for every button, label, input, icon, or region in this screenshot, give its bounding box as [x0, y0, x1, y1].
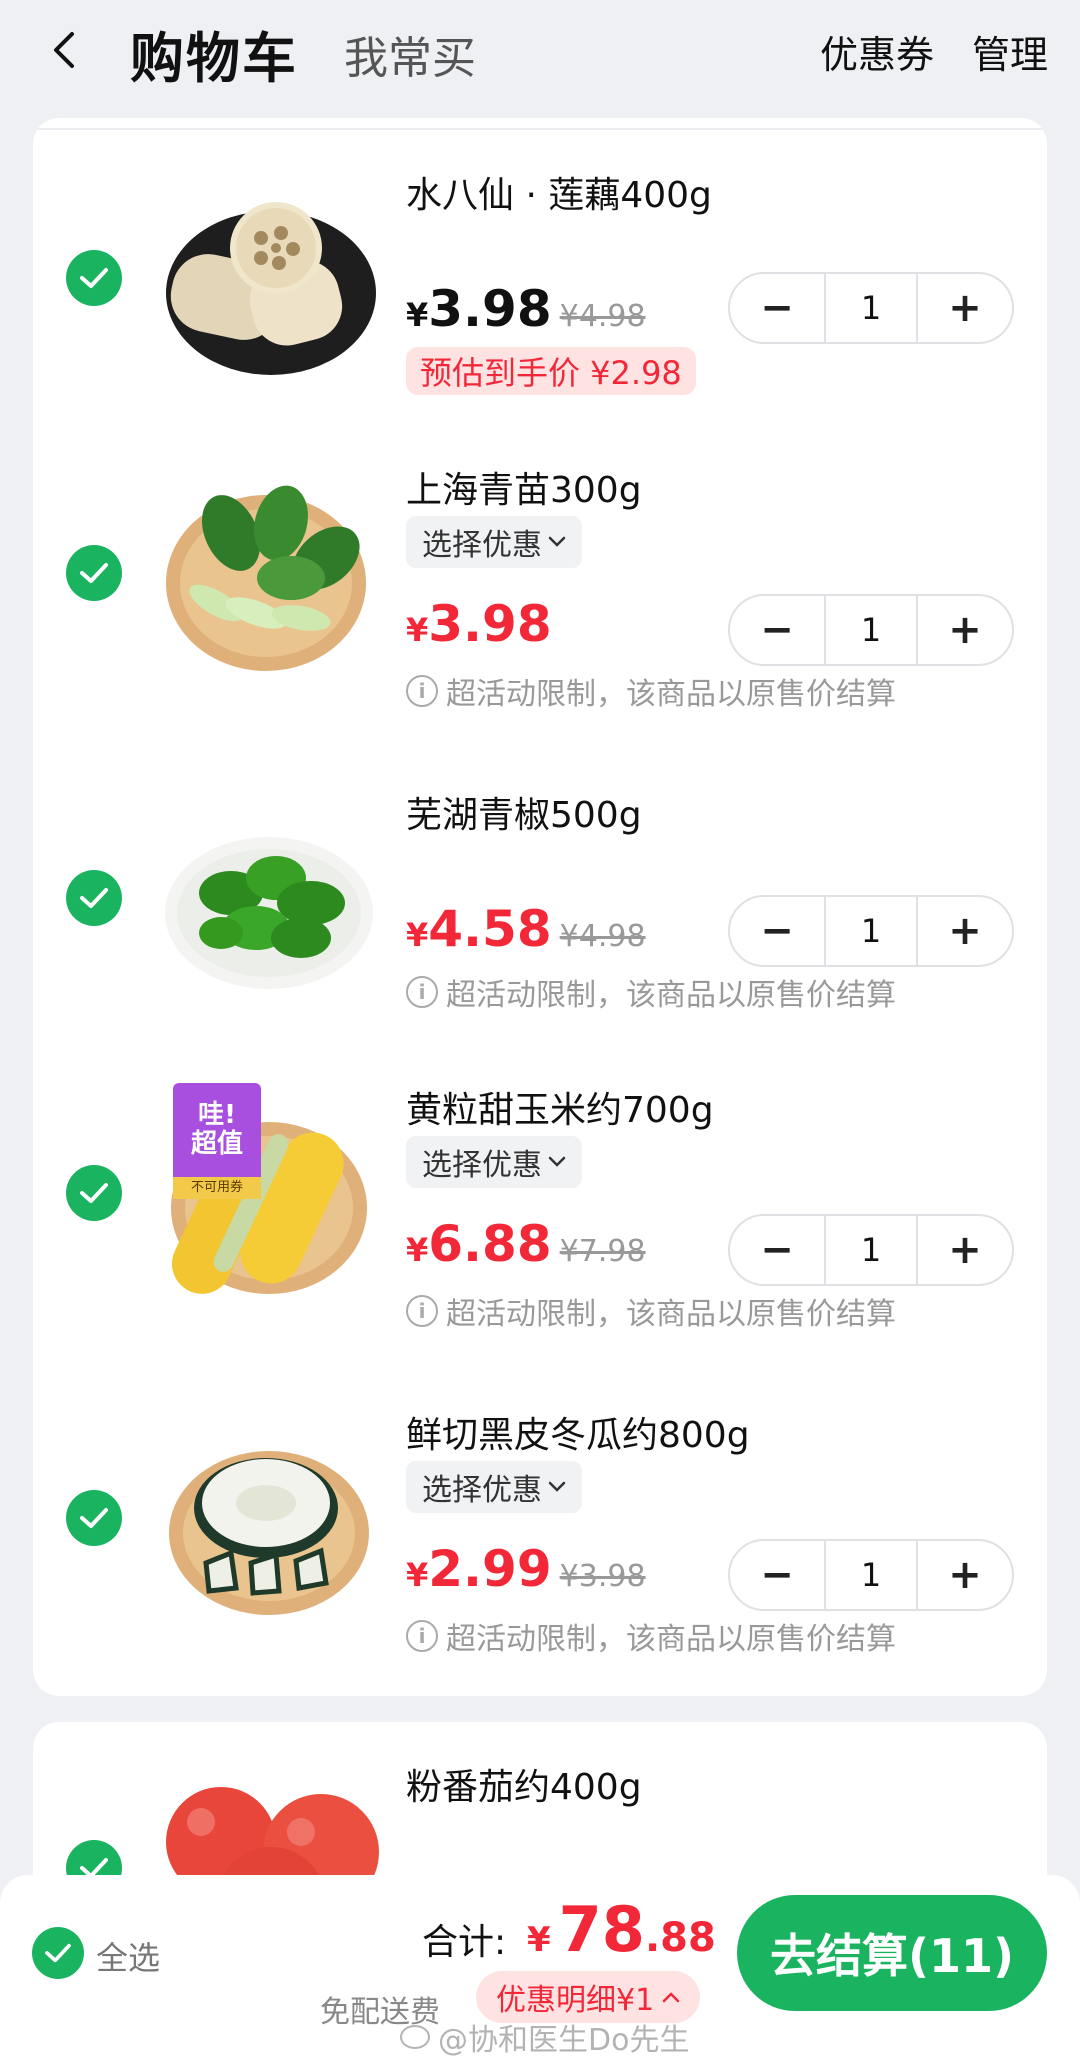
cart-item: 鲜切黑皮冬瓜约800g 选择优惠 ¥ 2.99 ¥3.98 i 超活动限制，该商…	[33, 1358, 1047, 1658]
limit-notice: i 超活动限制，该商品以原售价结算	[406, 669, 896, 713]
chevron-down-icon	[548, 1481, 566, 1492]
select-promo-dropdown[interactable]: 选择优惠	[406, 1461, 582, 1513]
quantity-value[interactable]: 1	[824, 1216, 918, 1284]
checkout-button[interactable]: 去结算(11)	[737, 1895, 1047, 2011]
plus-button[interactable]: +	[918, 1216, 1012, 1284]
checkout-bar: 全选 合计: ¥ 78 .88 免配送费 优惠明细¥1 去结算(11) @协和医…	[0, 1875, 1080, 2057]
chevron-up-icon	[662, 1992, 680, 2003]
cart-item: 水八仙 · 莲藕400g ¥ 3.98 ¥4.98 预估到手价 ¥2.98 − …	[33, 118, 1047, 418]
cart-item: 芜湖青椒500g ¥ 4.58 ¥4.98 i 超活动限制，该商品以原售价结算 …	[33, 738, 1047, 1038]
product-price: ¥ 3.98	[406, 595, 552, 653]
total-label: 合计:	[422, 1922, 507, 1963]
back-arrow-icon[interactable]	[44, 28, 84, 72]
quantity-value[interactable]: 1	[824, 897, 918, 965]
product-name[interactable]: 水八仙 · 莲藕400g	[406, 166, 712, 218]
select-all-label[interactable]: 全选	[96, 1933, 160, 1979]
no-coupon-tag: 不可用券	[173, 1177, 261, 1199]
product-price: ¥ 2.99 ¥3.98	[406, 1540, 646, 1598]
info-icon: i	[406, 976, 438, 1008]
product-image-winter-melon[interactable]	[161, 1423, 381, 1623]
minus-button[interactable]: −	[730, 596, 824, 664]
plus-button[interactable]: +	[918, 1541, 1012, 1609]
item-checkbox[interactable]	[66, 250, 122, 306]
weibo-icon	[400, 2025, 430, 2049]
original-price: ¥4.98	[559, 299, 646, 334]
original-price: ¥7.98	[559, 1234, 646, 1269]
product-image-bok-choy[interactable]	[161, 473, 381, 673]
plus-button[interactable]: +	[918, 596, 1012, 664]
product-name[interactable]: 上海青苗300g	[406, 461, 642, 513]
manage-link[interactable]: 管理	[972, 24, 1048, 79]
quantity-stepper: − 1 +	[728, 1214, 1014, 1286]
chevron-down-icon	[548, 1156, 566, 1167]
estimated-price-badge: 预估到手价 ¥2.98	[406, 347, 696, 395]
item-checkbox[interactable]	[66, 545, 122, 601]
plus-button[interactable]: +	[918, 897, 1012, 965]
value-badge: 哇! 超值	[173, 1083, 261, 1177]
quantity-value[interactable]: 1	[824, 1541, 918, 1609]
limit-notice: i 超活动限制，该商品以原售价结算	[406, 1614, 896, 1658]
minus-button[interactable]: −	[730, 1216, 824, 1284]
quantity-stepper: − 1 +	[728, 594, 1014, 666]
limit-notice: i 超活动限制，该商品以原售价结算	[406, 1289, 896, 1333]
minus-button[interactable]: −	[730, 1541, 824, 1609]
select-promo-dropdown[interactable]: 选择优惠	[406, 1136, 582, 1188]
cart-item: 上海青苗300g 选择优惠 ¥ 3.98 i 超活动限制，该商品以原售价结算 −…	[33, 413, 1047, 713]
product-image-green-pepper[interactable]	[161, 803, 381, 1003]
quantity-value[interactable]: 1	[824, 596, 918, 664]
watermark: @协和医生Do先生	[400, 2015, 689, 2057]
chevron-down-icon	[548, 536, 566, 547]
limit-notice: i 超活动限制，该商品以原售价结算	[406, 970, 896, 1014]
info-icon: i	[406, 675, 438, 707]
cart-item: 哇! 超值 不可用券 黄粒甜玉米约700g 选择优惠 ¥ 6.88 ¥7.98 …	[33, 1033, 1047, 1333]
minus-button[interactable]: −	[730, 274, 824, 342]
quantity-stepper: − 1 +	[728, 272, 1014, 344]
product-name[interactable]: 粉番茄约400g	[406, 1758, 642, 1810]
product-name[interactable]: 黄粒甜玉米约700g	[406, 1081, 714, 1133]
quantity-stepper: − 1 +	[728, 1539, 1014, 1611]
select-all-checkbox[interactable]	[32, 1927, 84, 1979]
select-promo-dropdown[interactable]: 选择优惠	[406, 516, 582, 568]
original-price: ¥3.98	[559, 1559, 646, 1594]
product-image-lotus-root[interactable]	[161, 183, 381, 383]
product-name[interactable]: 鲜切黑皮冬瓜约800g	[406, 1406, 750, 1458]
plus-button[interactable]: +	[918, 274, 1012, 342]
product-price: ¥ 4.58 ¥4.98	[406, 900, 646, 958]
product-name[interactable]: 芜湖青椒500g	[406, 786, 642, 838]
tab-frequent-buys[interactable]: 我常买	[344, 22, 476, 86]
minus-button[interactable]: −	[730, 897, 824, 965]
product-price: ¥ 3.98 ¥4.98	[406, 280, 646, 338]
coupon-link[interactable]: 优惠券	[820, 24, 934, 79]
quantity-value[interactable]: 1	[824, 274, 918, 342]
product-price: ¥ 6.88 ¥7.98	[406, 1215, 646, 1273]
item-checkbox[interactable]	[66, 870, 122, 926]
page-title[interactable]: 购物车	[130, 14, 298, 93]
total-amount: ¥ 78 .88	[527, 1893, 716, 1966]
item-checkbox[interactable]	[66, 1490, 122, 1546]
original-price: ¥4.98	[559, 919, 646, 954]
cart-item-group: 水八仙 · 莲藕400g ¥ 3.98 ¥4.98 预估到手价 ¥2.98 − …	[33, 118, 1047, 1696]
info-icon: i	[406, 1620, 438, 1652]
cart-page: 购物车 我常买 优惠券 管理 水八仙 · 莲藕400g ¥ 3.98 ¥4.98…	[0, 0, 1080, 2057]
item-checkbox[interactable]	[66, 1165, 122, 1221]
quantity-stepper: − 1 +	[728, 895, 1014, 967]
top-bar: 购物车 我常买 优惠券 管理	[0, 0, 1080, 110]
info-icon: i	[406, 1295, 438, 1327]
